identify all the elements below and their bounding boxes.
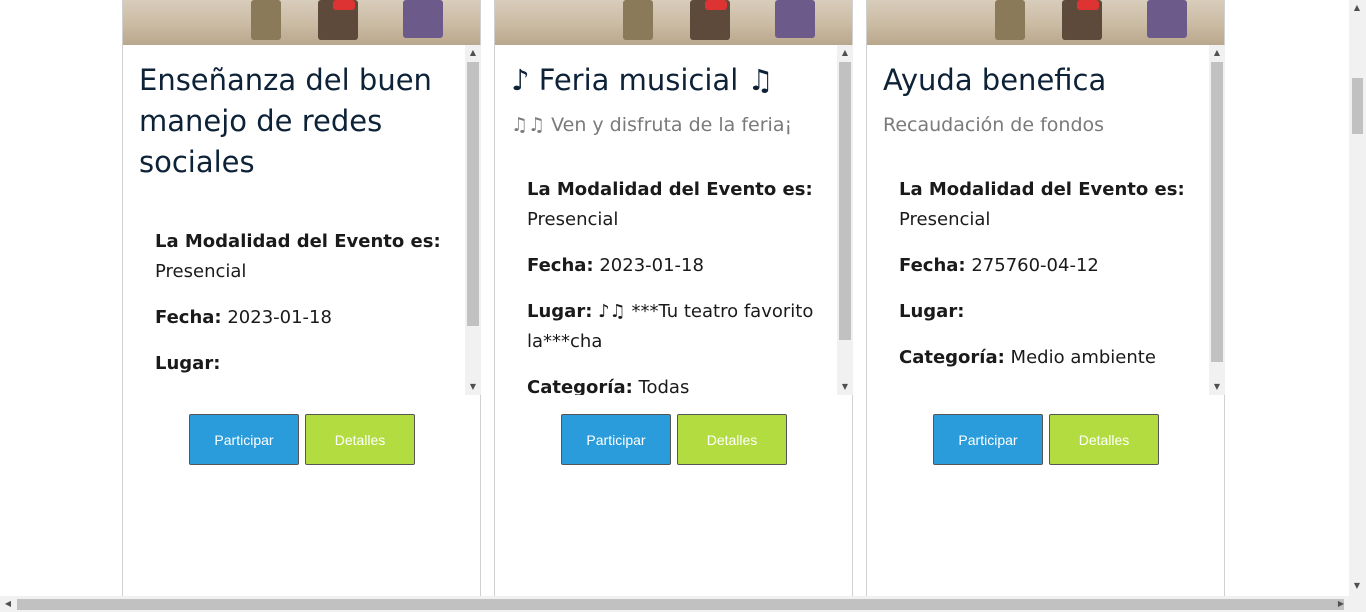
lugar-label: Lugar: xyxy=(899,301,965,322)
categoria-value: Medio ambiente xyxy=(1010,347,1156,368)
event-image xyxy=(495,0,852,45)
modalidad-value: Presencial xyxy=(527,209,619,230)
lugar-label: Lugar: xyxy=(527,301,593,322)
modalidad-value: Presencial xyxy=(155,261,247,282)
event-title: Ayuda benefica xyxy=(883,63,1107,97)
detalles-button[interactable]: Detalles xyxy=(1049,414,1159,465)
scroll-right-icon[interactable]: ▶ xyxy=(1333,596,1349,612)
event-title: ♪ Feria musicial ♫ xyxy=(511,63,774,97)
categoria-label: Categoría: xyxy=(899,347,1005,368)
event-image xyxy=(867,0,1224,45)
event-info: La Modalidad del Evento es: Presencial F… xyxy=(899,175,1199,389)
scroll-thumb[interactable] xyxy=(467,62,479,326)
participar-button[interactable]: Participar xyxy=(933,414,1043,465)
scroll-down-icon[interactable]: ▼ xyxy=(837,379,853,395)
participar-button[interactable]: Participar xyxy=(561,414,671,465)
scroll-down-icon[interactable]: ▼ xyxy=(465,379,481,395)
scroll-up-icon[interactable]: ▲ xyxy=(1209,45,1225,61)
fecha-value: 275760-04-12 xyxy=(971,255,1099,276)
event-image xyxy=(123,0,480,45)
modalidad-label: La Modalidad del Evento es: xyxy=(527,179,813,200)
event-info: La Modalidad del Evento es: Presencial F… xyxy=(155,227,455,395)
scroll-down-icon[interactable]: ▼ xyxy=(1209,379,1225,395)
fecha-value: 2023-01-18 xyxy=(227,307,332,328)
card-body: Ayuda benefica Recaudación de fondos La … xyxy=(867,45,1209,395)
card-body: Enseñanza del buen manejo de redes socia… xyxy=(123,45,465,395)
page-scroll-thumb[interactable] xyxy=(1352,78,1363,134)
lugar-label: Lugar: xyxy=(155,353,221,374)
scroll-up-icon[interactable]: ▲ xyxy=(837,45,853,61)
categoria-value: Todas xyxy=(638,377,690,395)
event-info: La Modalidad del Evento es: Presencial F… xyxy=(527,175,827,395)
event-title: Enseñanza del buen manejo de redes socia… xyxy=(139,63,432,179)
event-card-3: Ayuda benefica Recaudación de fondos La … xyxy=(866,0,1225,596)
page-vertical-scrollbar[interactable]: ▲ ▼ xyxy=(1349,0,1366,596)
fecha-label: Fecha: xyxy=(899,255,966,276)
fecha-value: 2023-01-18 xyxy=(599,255,704,276)
scroll-down-icon[interactable]: ▼ xyxy=(1349,578,1365,594)
scroll-up-icon[interactable]: ▲ xyxy=(1349,0,1365,16)
card-scrollbar[interactable]: ▲ ▼ xyxy=(465,45,481,395)
event-card-2: ♪ Feria musicial ♫ ♫♫ Ven y disfruta de … xyxy=(494,0,853,596)
modalidad-label: La Modalidad del Evento es: xyxy=(899,179,1185,200)
scroll-thumb[interactable] xyxy=(839,62,851,340)
fecha-label: Fecha: xyxy=(155,307,222,328)
modalidad-label: La Modalidad del Evento es: xyxy=(155,231,441,252)
scroll-up-icon[interactable]: ▲ xyxy=(465,45,481,61)
card-scrollbar[interactable]: ▲ ▼ xyxy=(1209,45,1225,395)
event-card-1: Enseñanza del buen manejo de redes socia… xyxy=(122,0,481,596)
fecha-label: Fecha: xyxy=(527,255,594,276)
page-horizontal-scrollbar[interactable]: ◀ ▶ xyxy=(0,596,1366,612)
card-body: ♪ Feria musicial ♫ ♫♫ Ven y disfruta de … xyxy=(495,45,837,395)
event-subtitle: Recaudación de fondos xyxy=(883,114,1105,136)
event-subtitle: ♫♫ Ven y disfruta de la feria¡ xyxy=(511,114,793,136)
participar-button[interactable]: Participar xyxy=(189,414,299,465)
scroll-left-icon[interactable]: ◀ xyxy=(0,596,16,612)
modalidad-value: Presencial xyxy=(899,209,991,230)
card-scrollbar[interactable]: ▲ ▼ xyxy=(837,45,853,395)
categoria-label: Categoría: xyxy=(527,377,633,395)
detalles-button[interactable]: Detalles xyxy=(305,414,415,465)
scroll-thumb[interactable] xyxy=(1211,62,1223,362)
page-hscroll-thumb[interactable] xyxy=(17,599,1344,610)
detalles-button[interactable]: Detalles xyxy=(677,414,787,465)
